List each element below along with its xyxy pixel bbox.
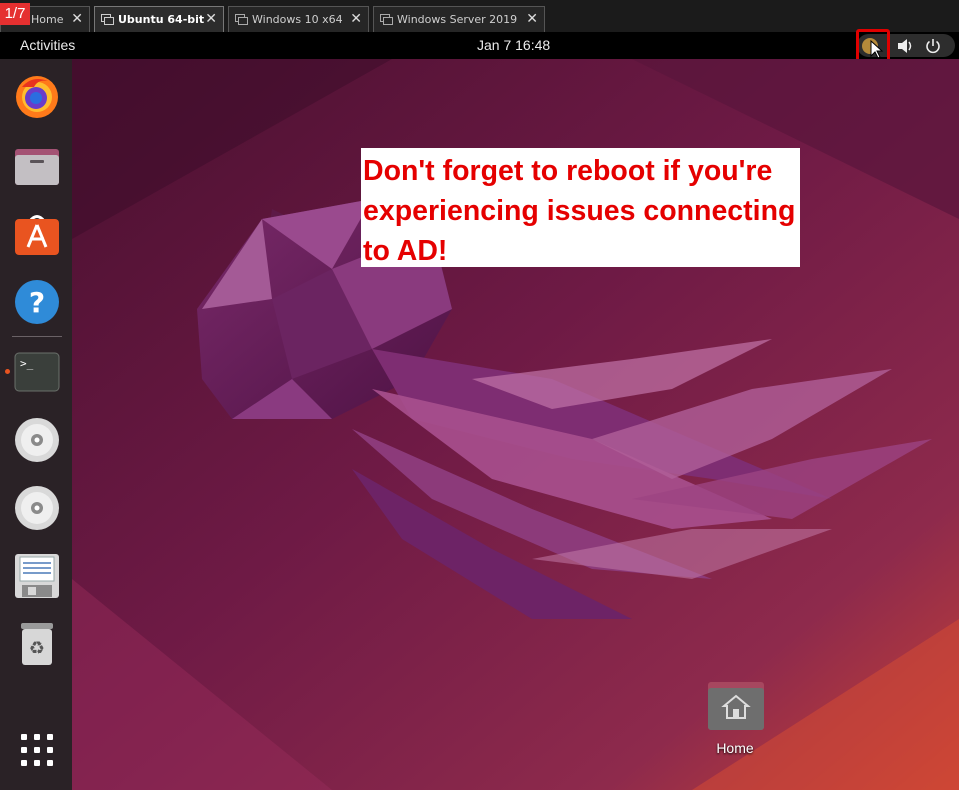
annotation-note: Don't forget to reboot if you're experie… <box>361 148 800 267</box>
home-folder-icon[interactable] <box>706 680 766 732</box>
tab-windows-server[interactable]: Windows Server 2019 ✕ <box>373 6 545 32</box>
close-icon[interactable]: ✕ <box>350 11 362 27</box>
svg-text:?: ? <box>29 286 45 319</box>
tab-label: Home <box>31 13 64 26</box>
screen: Home ✕ 1/7 Ubuntu 64-bit ✕ Windows 10 x6… <box>0 0 959 790</box>
cd-drive-icon[interactable] <box>14 485 60 531</box>
tab-label: Ubuntu 64-bit <box>118 13 205 26</box>
activities-button[interactable]: Activities <box>20 37 75 53</box>
mouse-cursor-icon <box>870 40 884 59</box>
dock: ? >_ ♻ <box>0 59 72 790</box>
show-apps-icon[interactable] <box>14 727 60 773</box>
tab-ubuntu[interactable]: Ubuntu 64-bit ✕ <box>94 6 224 32</box>
cd-drive-icon[interactable] <box>14 417 60 463</box>
trash-icon[interactable]: ♻ <box>14 621 60 667</box>
tab-label: Windows 10 x64 <box>252 13 343 26</box>
close-icon[interactable]: ✕ <box>526 11 538 27</box>
vm-icon <box>380 14 393 25</box>
vm-icon <box>101 14 114 25</box>
vm-tab-bar: Home ✕ 1/7 Ubuntu 64-bit ✕ Windows 10 x6… <box>0 0 959 32</box>
svg-text:>_: >_ <box>20 357 34 370</box>
running-indicator <box>5 369 10 374</box>
close-icon[interactable]: ✕ <box>205 11 217 27</box>
app-center-icon[interactable] <box>14 211 60 257</box>
tab-label: Windows Server 2019 <box>397 13 518 26</box>
home-folder-label[interactable]: Home <box>700 740 770 756</box>
floppy-drive-icon[interactable] <box>14 553 60 599</box>
power-icon[interactable] <box>925 38 941 54</box>
gnome-top-bar: Activities Jan 7 16:48 <box>0 32 959 59</box>
files-icon[interactable] <box>14 143 60 189</box>
svg-text:♻: ♻ <box>29 638 45 659</box>
help-icon[interactable]: ? <box>14 279 60 325</box>
dock-separator <box>12 336 62 337</box>
terminal-icon[interactable]: >_ <box>14 349 60 395</box>
close-icon[interactable]: ✕ <box>71 11 83 27</box>
tab-windows-10[interactable]: Windows 10 x64 ✕ <box>228 6 369 32</box>
clock[interactable]: Jan 7 16:48 <box>477 37 550 53</box>
step-counter: 1/7 <box>0 3 30 25</box>
firefox-icon[interactable] <box>14 73 60 119</box>
volume-icon[interactable] <box>896 38 914 54</box>
vm-icon <box>235 14 248 25</box>
